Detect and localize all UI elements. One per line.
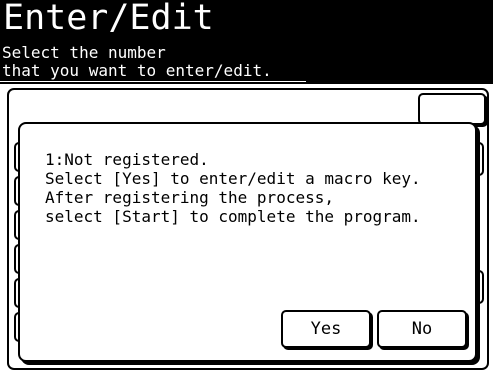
page-title: Enter/Edit xyxy=(3,0,214,38)
background-button xyxy=(418,93,486,125)
message-line: 1:Not registered. xyxy=(45,150,209,169)
yes-button[interactable]: Yes xyxy=(281,310,371,348)
header-bar: Enter/Edit Select the number that you wa… xyxy=(0,0,493,84)
no-button[interactable]: No xyxy=(377,310,467,348)
message-line: select [Start] to complete the program. xyxy=(45,207,421,226)
message-line: Select [Yes] to enter/edit a macro key. xyxy=(45,169,421,188)
instruction-underline xyxy=(0,81,306,82)
confirmation-dialog: 1:Not registered. Select [Yes] to enter/… xyxy=(18,122,477,362)
dialog-message: 1:Not registered. Select [Yes] to enter/… xyxy=(45,150,421,226)
instruction-line-1: Select the number xyxy=(2,43,166,62)
instruction-line-2: that you want to enter/edit. xyxy=(2,61,272,80)
message-line: After registering the process, xyxy=(45,188,334,207)
